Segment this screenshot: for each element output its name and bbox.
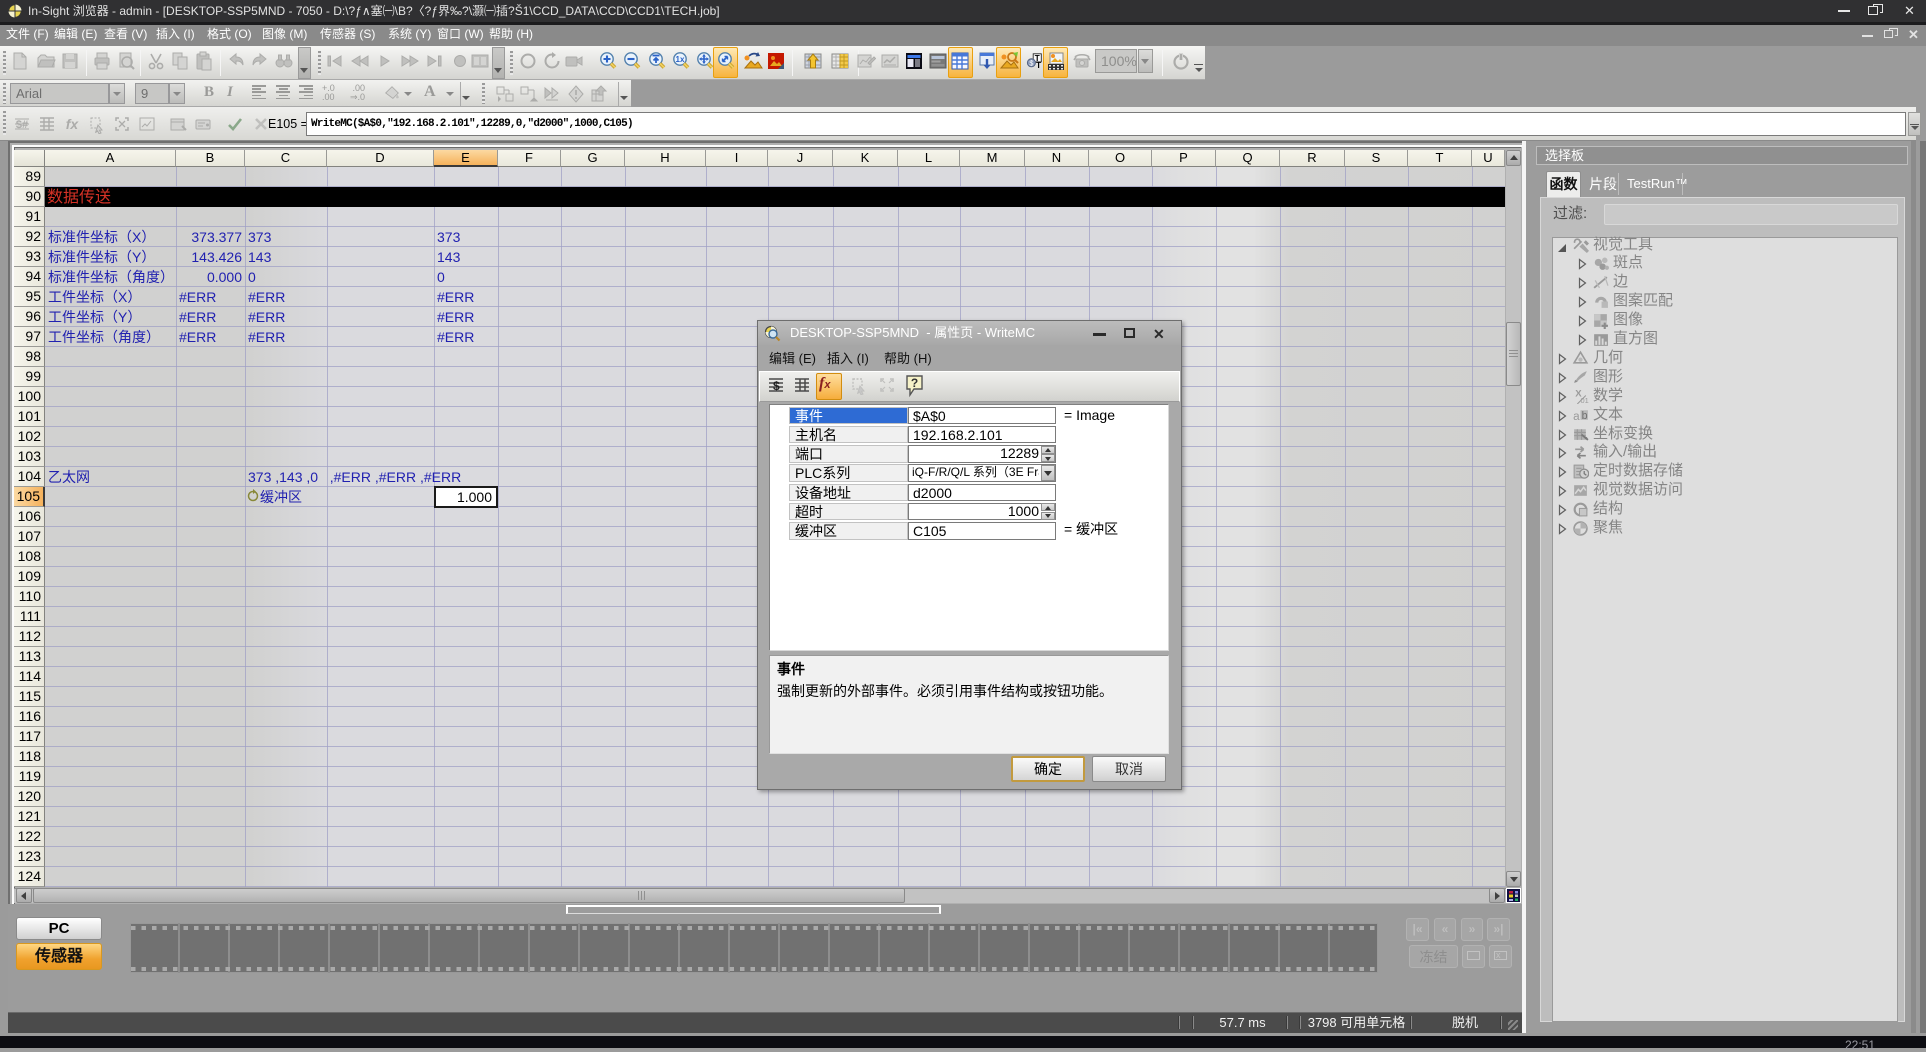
svg-text:b: b	[1582, 410, 1588, 422]
svg-text:$: $	[1029, 59, 1033, 68]
svg-text:T: T	[1036, 61, 1041, 70]
svg-text:$: $	[773, 379, 780, 393]
svg-text:fx: fx	[66, 116, 80, 132]
svg-text:01: 01	[1581, 396, 1589, 404]
svg-text:$#: $#	[16, 119, 28, 131]
svg-text:a: a	[1573, 410, 1580, 423]
svg-text:?: ?	[911, 376, 918, 390]
svg-text:1x: 1x	[675, 55, 684, 64]
